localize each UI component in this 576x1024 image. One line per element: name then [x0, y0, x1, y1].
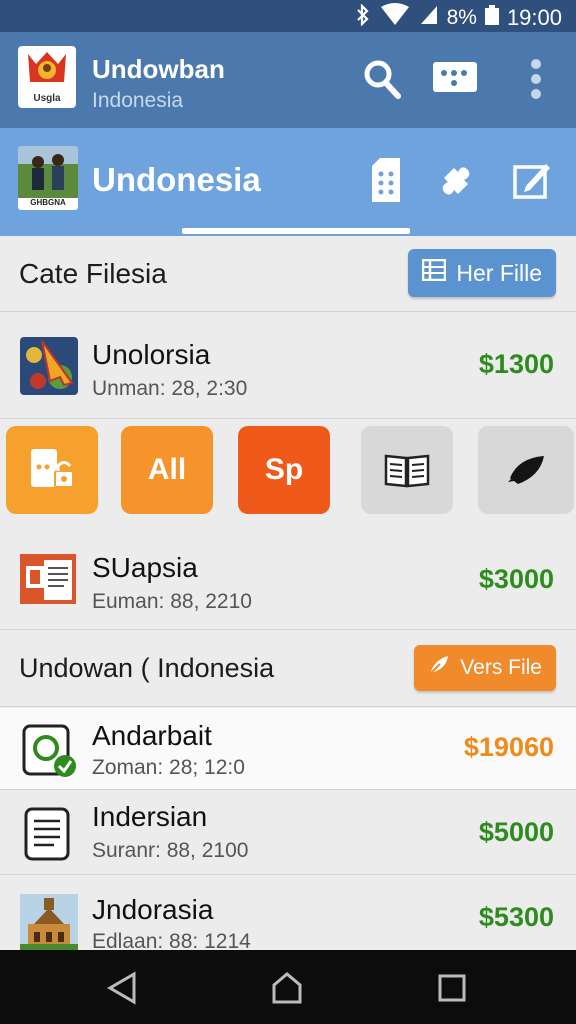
more-vert-icon[interactable]	[526, 56, 546, 102]
dial-pad-icon[interactable]	[432, 58, 478, 98]
channel-title: Undonesia	[92, 161, 261, 198]
logo-caption: Usgla	[33, 93, 61, 104]
file-lock-tile[interactable]	[6, 426, 98, 514]
item-meta: Zoman: 28; 12:0	[92, 756, 245, 779]
list-item[interactable]: Andarbait Zoman: 28; 12:0 $19060	[0, 708, 576, 790]
section-title: Undowan ( Indonesia	[19, 653, 275, 683]
rocket-tile[interactable]	[478, 426, 574, 514]
book-icon	[384, 454, 430, 488]
wifi-icon	[379, 3, 411, 33]
sp-tile[interactable]: Sp	[238, 426, 330, 514]
search-icon[interactable]	[362, 58, 402, 100]
list-icon	[422, 258, 447, 287]
rocket-icon	[508, 456, 544, 484]
clock: 19:00	[506, 5, 562, 30]
vers-file-button[interactable]: Vers File	[414, 645, 556, 691]
secondary-app-bar: GHBGNA Undonesia	[0, 128, 576, 236]
app-title: Undowban	[92, 54, 225, 84]
building-photo-icon	[20, 894, 78, 950]
book-tile[interactable]	[361, 426, 453, 514]
item-name: Unolorsia	[92, 339, 211, 370]
app-thumbnail-icon	[20, 337, 78, 395]
channel-logo[interactable]: GHBGNA	[18, 146, 78, 210]
item-name: Jndorasia	[92, 894, 214, 925]
recents-icon[interactable]	[434, 970, 470, 1006]
button-label: Her Fille	[456, 259, 542, 286]
battery-percent: 8%	[446, 6, 477, 29]
item-name: Indersian	[92, 801, 208, 832]
app-subtitle: Indonesia	[92, 89, 184, 112]
bluetooth-icon	[355, 3, 371, 32]
section-header: Undowan ( Indonesia Vers File	[0, 631, 576, 707]
home-icon[interactable]	[269, 970, 305, 1006]
battery-icon	[484, 5, 499, 31]
item-price: $5000	[478, 817, 554, 847]
section-title: Cate Filesia	[19, 258, 167, 289]
list-item[interactable]: SUapsia Euman: 88, 2210 $3000	[0, 526, 576, 630]
feather-icon	[428, 654, 450, 682]
shortcut-tiles: All Sp	[0, 420, 576, 524]
list-item[interactable]: Indersian Suranr: 88, 2100 $5000	[0, 791, 576, 875]
system-nav-bar	[0, 950, 576, 1024]
edit-icon[interactable]	[512, 160, 552, 200]
app-logo[interactable]: Usgla	[18, 46, 76, 108]
item-meta: Euman: 88, 2210	[92, 590, 252, 613]
back-icon[interactable]	[104, 970, 140, 1006]
list-item[interactable]: Jndorasia Edlaan: 88: 1214 $5300	[0, 876, 576, 950]
her-file-button[interactable]: Her Fille	[408, 249, 556, 297]
document-icon	[20, 805, 78, 863]
top-app-bar: Usgla Undowban Indonesia	[0, 32, 576, 128]
puzzle-icon[interactable]	[438, 160, 478, 200]
tab-indicator	[182, 228, 410, 234]
sim-card-icon[interactable]	[370, 158, 402, 202]
item-price: $1300	[478, 349, 554, 379]
list-item[interactable]: Unolorsia Unman: 28, 2:30 $1300	[0, 313, 576, 419]
people-photo-icon	[18, 146, 78, 198]
item-meta: Suranr: 88, 2100	[92, 839, 249, 862]
status-bar: 8% 19:00	[0, 0, 576, 32]
signal-icon	[419, 4, 439, 32]
button-label: Vers File	[460, 656, 542, 679]
item-price: $3000	[478, 564, 554, 594]
item-meta: Edlaan: 88: 1214	[92, 930, 251, 950]
verified-app-icon	[20, 722, 78, 780]
item-name: SUapsia	[92, 552, 198, 583]
logo-caption: GHBGNA	[30, 198, 66, 207]
item-name: Andarbait	[92, 720, 212, 751]
file-lock-icon	[31, 449, 74, 488]
crest-icon	[28, 52, 66, 82]
section-header: Cate Filesia Her Fille	[0, 236, 576, 312]
item-price: $5300	[478, 902, 554, 932]
presentation-file-icon	[20, 552, 78, 610]
item-meta: Unman: 28, 2:30	[92, 377, 248, 400]
all-tile[interactable]: All	[121, 426, 213, 514]
item-price: $19060	[463, 732, 554, 762]
